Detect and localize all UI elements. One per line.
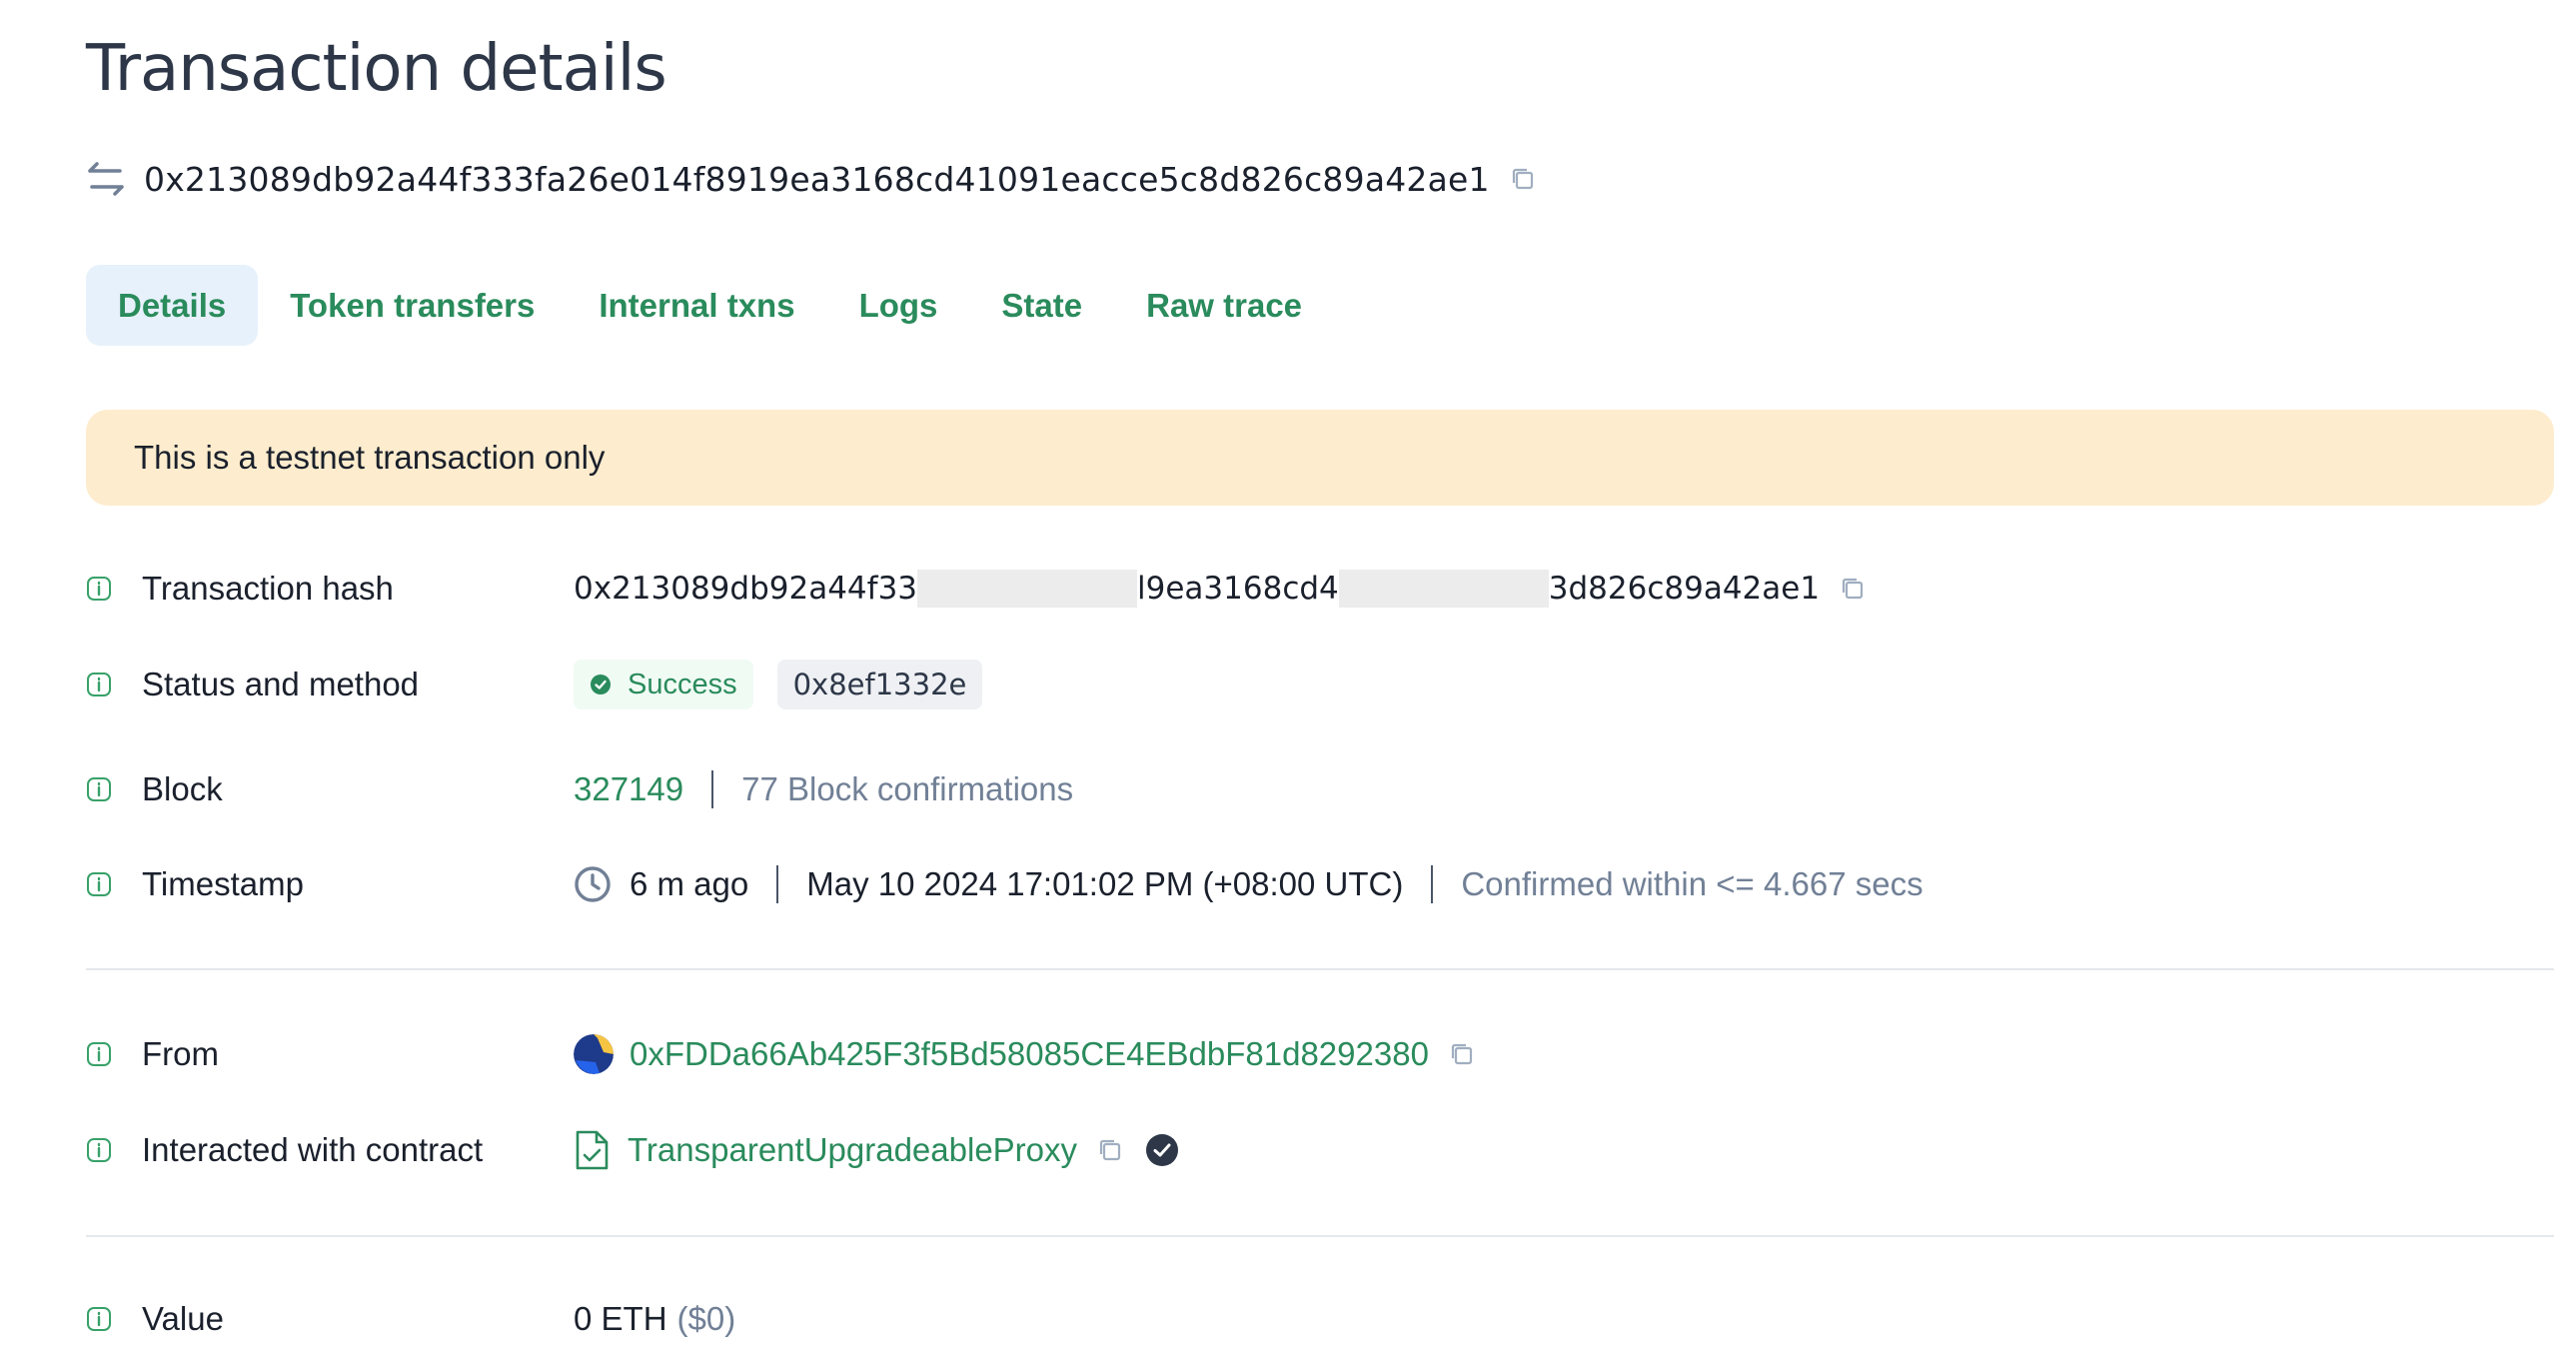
value-amount: 0 ETH <box>574 1300 667 1337</box>
header-tx-hash: 0x213089db92a44f333fa26e014f8919ea3168cd… <box>144 159 1490 199</box>
tab-token-transfers[interactable]: Token transfers <box>258 265 567 346</box>
testnet-banner-text: This is a testnet transaction only <box>134 439 606 476</box>
info-icon <box>87 1307 111 1331</box>
timestamp-confirmed: Confirmed within <= 4.667 secs <box>1461 865 1924 902</box>
tab-bar: Details Token transfers Internal txns Lo… <box>86 265 1334 346</box>
info-icon <box>87 1042 111 1066</box>
value-value: 0 ETH ($0) <box>574 1300 735 1338</box>
value-transaction-hash: 0x213089db92a44f33 l9ea3168cd4 3d826c89a… <box>574 570 1868 608</box>
info-icon <box>87 777 111 801</box>
method-badge: 0x8ef1332e <box>776 660 983 709</box>
copy-icon[interactable] <box>1838 574 1868 604</box>
tx-hash-part-3: 3d826c89a42ae1 <box>1548 571 1821 607</box>
label-block: Block <box>142 770 223 807</box>
value-block: 327149 77 Block confirmations <box>574 770 1073 808</box>
block-confirmations: 77 Block confirmations <box>741 770 1074 807</box>
label-from: From <box>142 1035 219 1072</box>
label-value: Value <box>142 1300 224 1337</box>
verified-badge-icon <box>1146 1134 1179 1166</box>
label-contract: Interacted with contract <box>142 1131 484 1168</box>
timestamp-ago: 6 m ago <box>630 865 749 902</box>
info-icon <box>87 1138 111 1162</box>
row-contract: Interacted with contract TransparentUpgr… <box>86 1120 2554 1180</box>
status-text: Success <box>628 668 737 700</box>
status-badge: Success <box>574 660 753 709</box>
tab-raw-trace[interactable]: Raw trace <box>1114 265 1334 346</box>
block-number-link[interactable]: 327149 <box>574 770 683 808</box>
value-status-method: Success 0x8ef1332e <box>574 660 983 709</box>
testnet-banner: This is a testnet transaction only <box>86 410 2554 506</box>
info-icon <box>87 673 111 696</box>
copy-icon[interactable] <box>1508 164 1538 194</box>
document-check-icon <box>576 1130 609 1170</box>
divider <box>776 865 779 903</box>
info-icon <box>87 577 111 601</box>
row-timestamp: Timestamp 6 m ago May 10 2024 17:01:02 P… <box>86 854 2554 914</box>
divider <box>711 770 714 808</box>
clock-icon <box>575 866 611 902</box>
transaction-details-page: Transaction details 0x213089db92a44f333f… <box>0 0 2576 1337</box>
value-timestamp: 6 m ago May 10 2024 17:01:02 PM (+08:00 … <box>574 865 1924 903</box>
row-transaction-hash: Transaction hash 0x213089db92a44f33 l9ea… <box>86 559 2554 619</box>
tab-details[interactable]: Details <box>86 265 259 346</box>
page-title: Transaction details <box>86 32 667 106</box>
redaction-block <box>1338 570 1549 608</box>
label-timestamp: Timestamp <box>142 865 304 902</box>
value-from: 0xFDDa66Ab425F3f5Bd58085CE4EBdbF81d82923… <box>574 1034 1477 1074</box>
info-icon <box>87 872 111 896</box>
row-value: Value 0 ETH ($0) <box>86 1289 2554 1349</box>
value-contract: TransparentUpgradeableProxy <box>574 1129 1179 1171</box>
from-address-link[interactable]: 0xFDDa66Ab425F3f5Bd58085CE4EBdbF81d82923… <box>630 1035 1429 1073</box>
address-avatar <box>574 1034 614 1074</box>
row-status-method: Status and method Success 0x8ef1332e <box>86 655 2554 714</box>
swap-arrows-icon <box>88 162 124 196</box>
tab-logs[interactable]: Logs <box>827 265 970 346</box>
tx-hash-part-2: l9ea3168cd4 <box>1137 571 1339 607</box>
divider <box>1431 865 1434 903</box>
label-status-method: Status and method <box>142 666 420 702</box>
label-transaction-hash: Transaction hash <box>142 570 394 607</box>
check-circle-icon <box>591 674 611 694</box>
tab-internal-txns[interactable]: Internal txns <box>567 265 826 346</box>
redaction-block <box>917 570 1138 608</box>
header-hash-line: 0x213089db92a44f333fa26e014f8919ea3168cd… <box>86 156 1538 202</box>
timestamp-datetime: May 10 2024 17:01:02 PM (+08:00 UTC) <box>806 865 1404 902</box>
tab-state[interactable]: State <box>969 265 1114 346</box>
tx-hash-part-1: 0x213089db92a44f33 <box>574 571 918 607</box>
copy-icon[interactable] <box>1095 1135 1125 1165</box>
value-usd: ($0) <box>676 1300 736 1337</box>
contract-name-link[interactable]: TransparentUpgradeableProxy <box>628 1131 1077 1169</box>
row-from: From 0xFDDa66Ab425F3f5Bd58085CE4EBdbF81d… <box>86 1024 2554 1084</box>
section-divider <box>86 1235 2554 1237</box>
section-divider <box>86 968 2554 970</box>
copy-icon[interactable] <box>1447 1039 1477 1069</box>
row-block: Block 327149 77 Block confirmations <box>86 759 2554 819</box>
